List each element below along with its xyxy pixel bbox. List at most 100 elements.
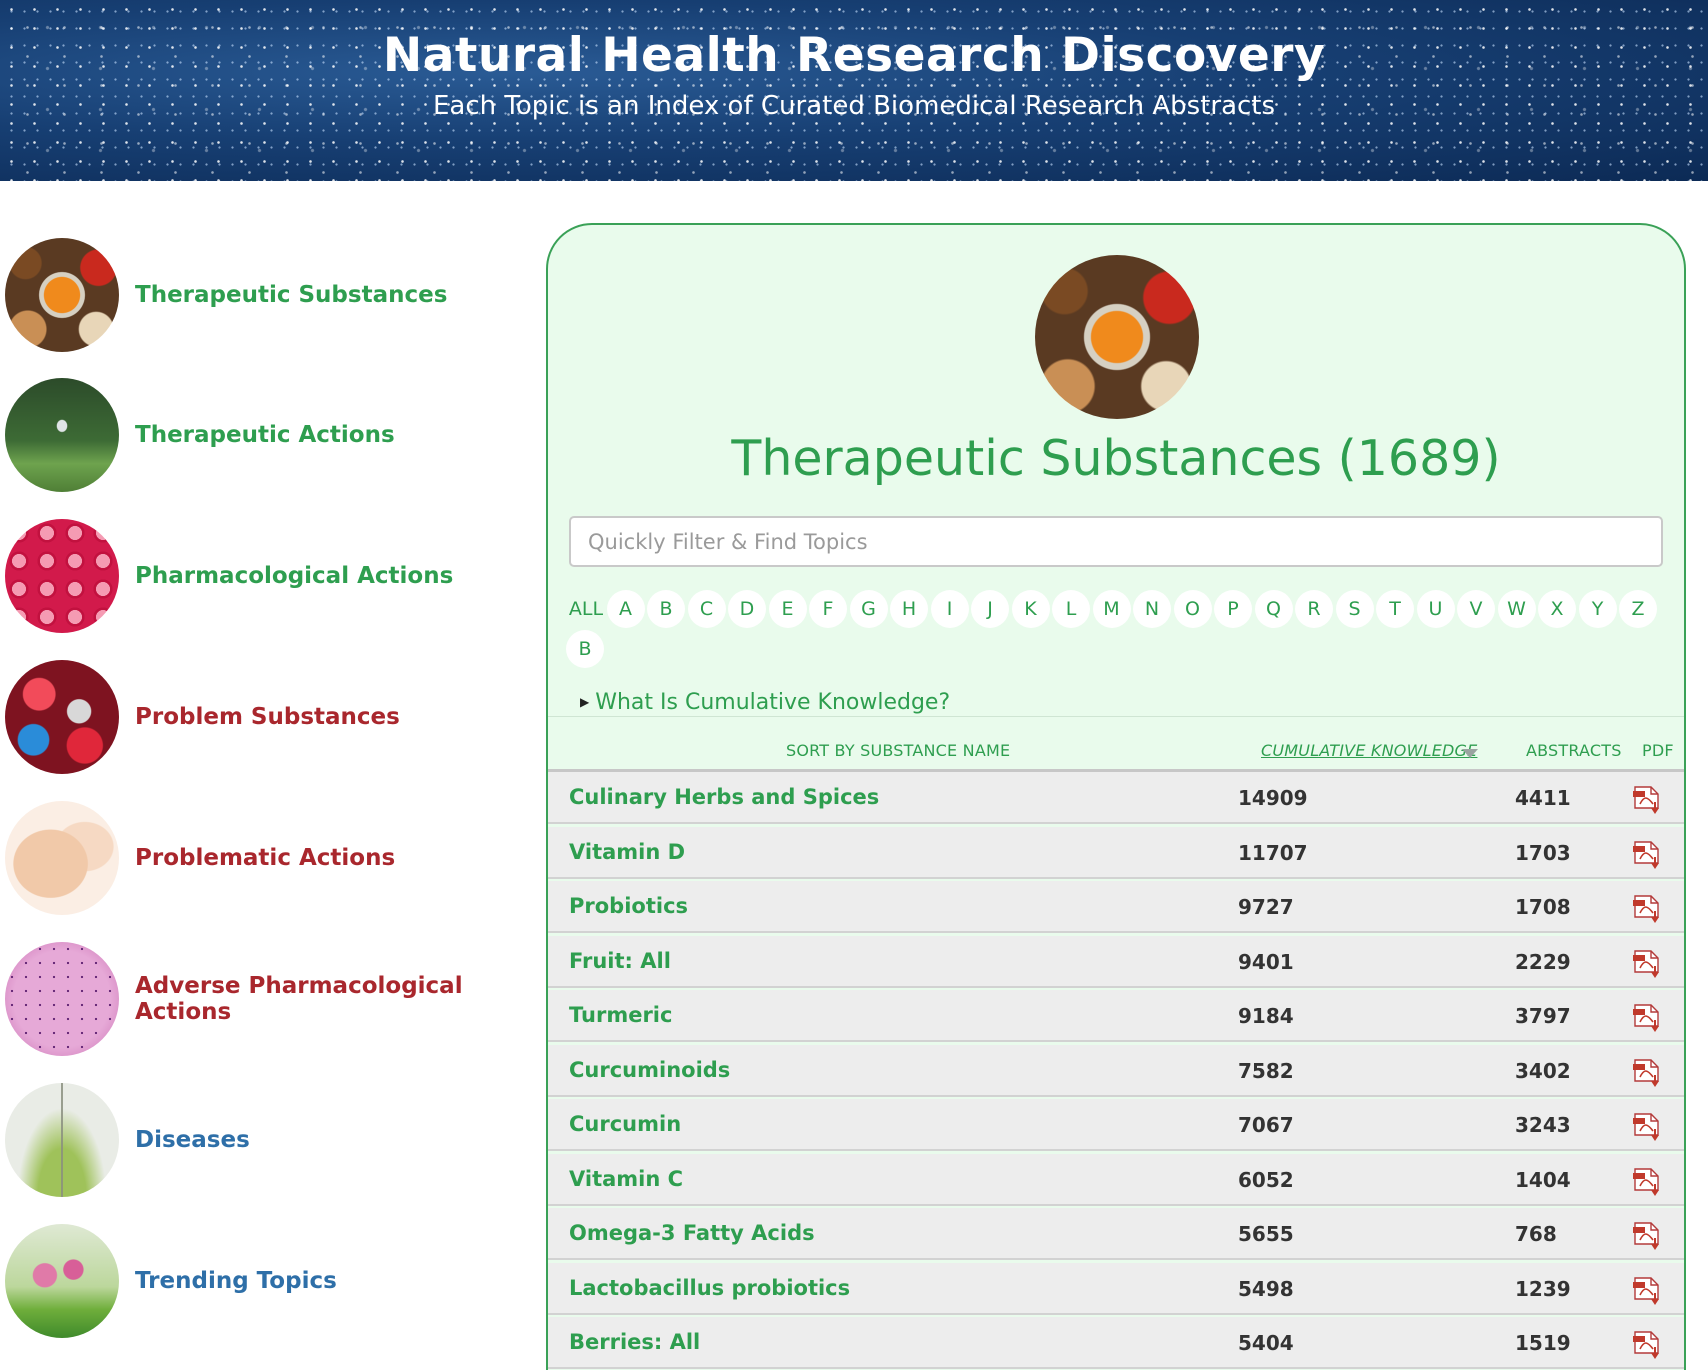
pdf-download-icon[interactable] [1631,893,1665,925]
spices-thumbnail [5,238,119,352]
sidebar-item-label: Adverse Pharmacological Actions [135,973,463,1025]
abstracts-count: 1519 [1515,1331,1571,1355]
letter-filter-f[interactable]: F [809,590,847,628]
sidebar-item-problem-substances[interactable]: Problem Substances [5,658,515,776]
letter-filter-z[interactable]: Z [1619,590,1657,628]
abstracts-count: 1708 [1515,895,1571,919]
substance-name-link[interactable]: Omega-3 Fatty Acids [569,1221,815,1245]
sidebar-item-diseases[interactable]: Diseases [5,1081,515,1199]
category-hero-image [1035,255,1199,419]
abstracts-count: 2229 [1515,949,1571,974]
table-row: Vitamin D 11707 1703 [548,826,1684,879]
filter-topics-input[interactable] [569,516,1663,567]
substance-name-link[interactable]: Culinary Herbs and Spices [569,785,879,809]
sort-by-name-header[interactable]: SORT BY SUBSTANCE NAME [786,741,1010,760]
substance-name-link[interactable]: Probiotics [569,894,688,918]
letter-filter-b[interactable]: B [647,590,685,628]
substance-name-link[interactable]: Vitamin C [569,1167,683,1191]
cumulative-knowledge-value: 6052 [1238,1167,1294,1192]
yoga-thumbnail [5,378,119,492]
sidebar-item-label: Pharmacological Actions [135,563,454,589]
page-header: Natural Health Research Discovery Each T… [0,0,1708,181]
letter-filter-h[interactable]: H [890,590,928,628]
table-row: Turmeric 9184 3797 [548,990,1684,1042]
divider [548,716,1684,717]
sidebar-item-problematic-actions[interactable]: Problematic Actions [5,799,515,917]
letter-filter-n[interactable]: N [1133,590,1171,628]
substance-name-link[interactable]: Lactobacillus probiotics [569,1276,850,1300]
cumulative-knowledge-value: 5498 [1238,1276,1294,1301]
sidebar-item-label: Therapeutic Actions [135,422,395,448]
letter-filter-v[interactable]: V [1457,590,1495,628]
substance-name-link[interactable]: Fruit: All [569,949,671,973]
cumulative-knowledge-value: 7067 [1238,1113,1294,1137]
letter-filter-l[interactable]: L [1052,590,1090,628]
sidebar-item-label: Problematic Actions [135,845,396,871]
pdf-download-icon[interactable] [1631,1002,1665,1034]
cumulative-knowledge-value: 5655 [1238,1222,1294,1246]
pdf-download-icon[interactable] [1631,1057,1665,1089]
table-row: Lactobacillus probiotics 5498 1239 [548,1262,1684,1315]
leaf-thumbnail [5,1083,119,1197]
cumulative-knowledge-value: 14909 [1238,786,1308,810]
letter-filter-u[interactable]: U [1416,590,1455,628]
letter-filter-y[interactable]: Y [1578,590,1617,628]
table-row: Fruit: All 9401 2229 [548,935,1684,988]
pdf-download-icon[interactable] [1631,1111,1665,1143]
abstracts-count: 3797 [1515,1004,1571,1028]
cumulative-knowledge-header[interactable]: CUMULATIVE KNOWLEDGE [1261,741,1477,760]
table-row: Curcumin 7067 3243 [548,1099,1684,1151]
pills-thumbnail [5,660,119,774]
sidebar-item-pharmacological-actions[interactable]: Pharmacological Actions [5,517,515,635]
letter-filter-i[interactable]: I [930,590,969,628]
letter-filter-d[interactable]: D [728,590,766,628]
cumulative-knowledge-value: 7582 [1238,1058,1294,1083]
pdf-download-icon[interactable] [1631,1329,1665,1361]
abstracts-count: 768 [1515,1222,1557,1246]
letter-filter-w[interactable]: W [1497,590,1536,628]
pdf-download-icon[interactable] [1631,839,1665,871]
letter-filter-s[interactable]: S [1335,590,1374,628]
letter-filter-j[interactable]: J [971,590,1009,628]
site-title: Natural Health Research Discovery [382,28,1326,83]
sidebar-item-trending-topics[interactable]: Trending Topics [5,1222,515,1340]
substance-name-link[interactable]: Vitamin D [569,840,685,864]
letter-filter-r[interactable]: R [1295,590,1333,628]
triangle-right-icon: ▶ [580,695,590,709]
pdf-download-icon[interactable] [1631,1166,1665,1198]
letter-filter-a[interactable]: A [606,590,645,628]
pdf-download-icon[interactable] [1631,1220,1665,1252]
abstracts-header[interactable]: ABSTRACTS [1526,741,1622,760]
letter-filter-b[interactable]: B [566,630,604,668]
letter-filter-q[interactable]: Q [1254,590,1293,628]
sidebar-item-adverse-pharmacological-actions[interactable]: Adverse Pharmacological Actions [5,940,515,1058]
pdf-download-icon[interactable] [1631,784,1665,816]
abstracts-count: 3243 [1515,1113,1571,1137]
substance-name-link[interactable]: Berries: All [569,1330,700,1354]
sidebar-item-therapeutic-actions[interactable]: Therapeutic Actions [5,376,515,494]
letter-filter-g[interactable]: G [849,590,888,628]
letter-filter-k[interactable]: K [1011,590,1050,628]
table-row: Omega-3 Fatty Acids 5655 768 [548,1208,1684,1260]
letter-filter-o[interactable]: O [1173,590,1212,628]
cumulative-knowledge-disclosure[interactable]: ▶ What Is Cumulative Knowledge? [580,690,950,715]
substance-name-link[interactable]: Curcuminoids [569,1058,730,1082]
baby-injection-thumbnail [5,801,119,915]
letter-filter-x[interactable]: X [1538,590,1576,628]
substance-name-link[interactable]: Curcumin [569,1112,681,1136]
substance-name-link[interactable]: Turmeric [569,1003,672,1027]
clover-thumbnail [5,1224,119,1338]
letter-filter-m[interactable]: M [1092,590,1131,628]
letter-filter-e[interactable]: E [768,590,807,628]
cells-thumbnail [5,519,119,633]
letter-filter-p[interactable]: P [1214,590,1252,628]
cumulative-knowledge-value: 9401 [1238,949,1294,974]
abstracts-count: 1703 [1515,840,1571,865]
pdf-download-icon[interactable] [1631,1275,1665,1307]
letter-filter-all[interactable]: ALL [566,590,606,628]
letter-filter-c[interactable]: C [687,590,726,628]
pdf-download-icon[interactable] [1631,948,1665,980]
sidebar-item-therapeutic-substances[interactable]: Therapeutic Substances [5,236,515,354]
tissue-thumbnail [5,942,119,1056]
letter-filter-t[interactable]: T [1376,590,1414,628]
